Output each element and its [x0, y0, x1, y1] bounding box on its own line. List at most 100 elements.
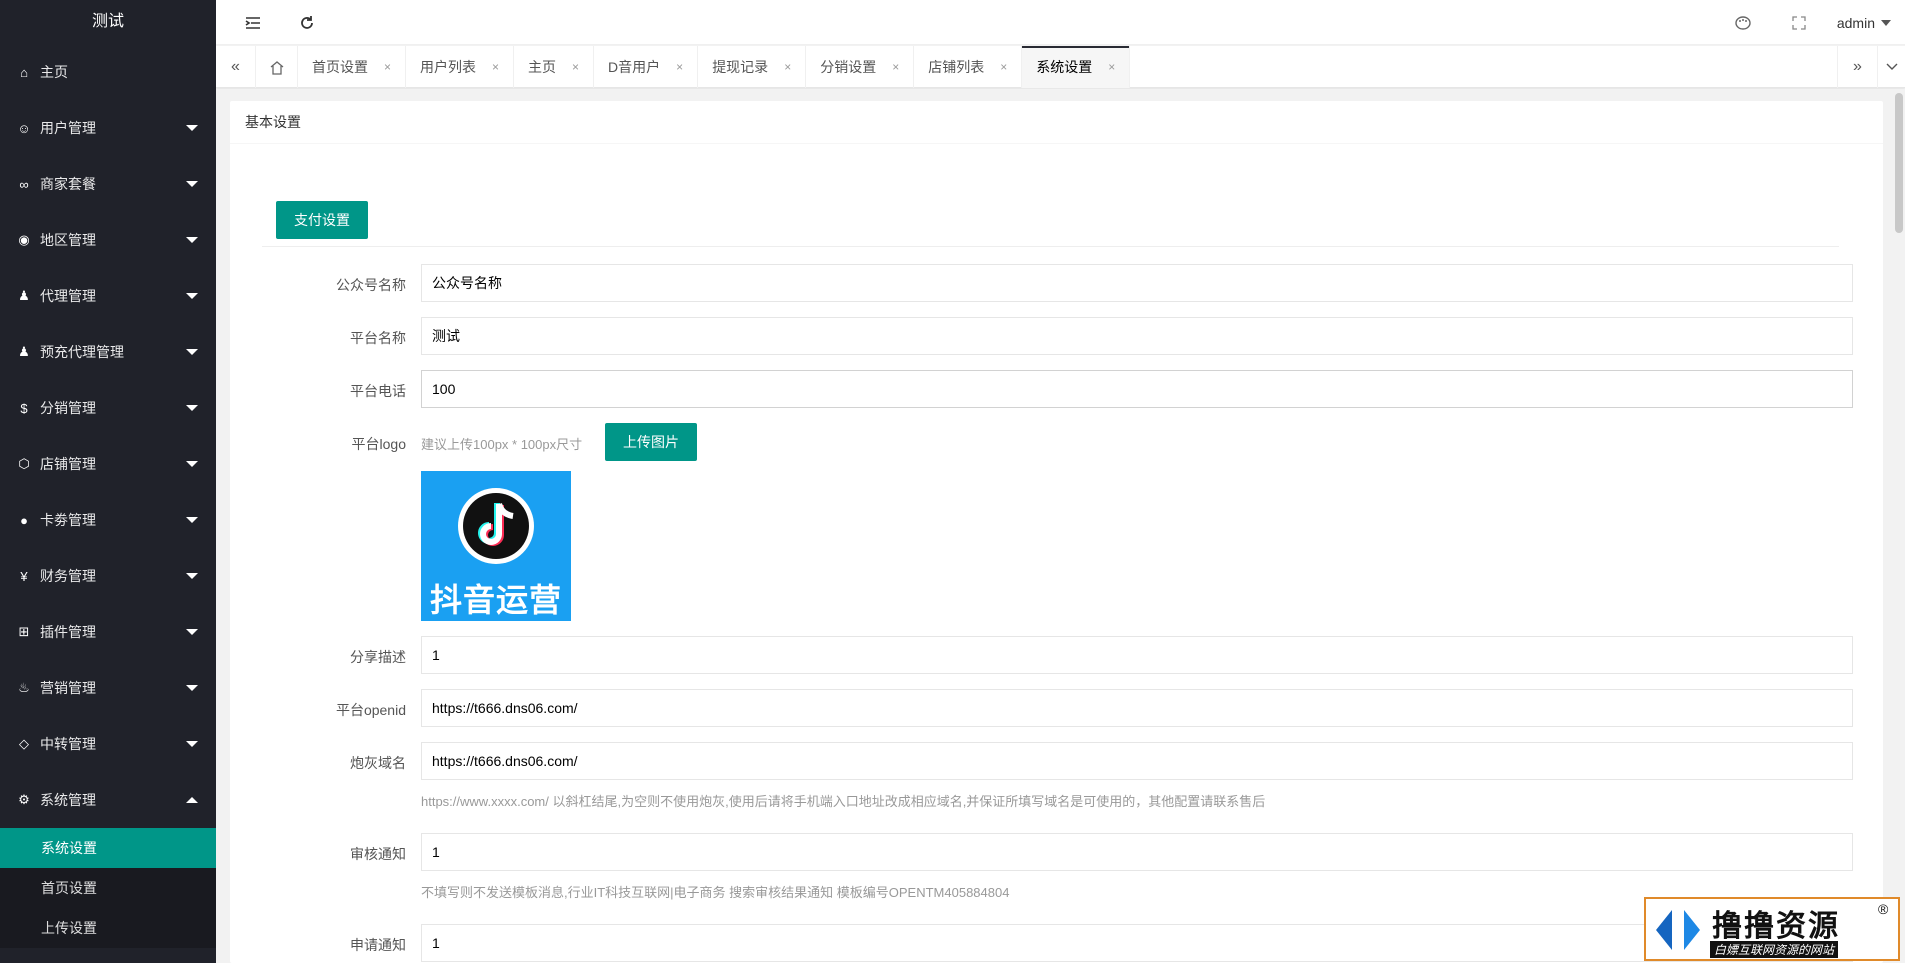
sidebar-nav: ⌂ 主页 ☺ 用户管理 ∞ 商家套餐 ◉ 地区管理 ♟ 代理管理 ♟ 预充代理管理 $ 分销管理 ⬡ 店铺管理… — [0, 44, 216, 948]
sidebar-item-label: 分销管理 — [40, 400, 96, 416]
close-icon[interactable]: × — [1000, 60, 1007, 74]
sidebar-item-0[interactable]: ⌂ 主页 — [0, 44, 216, 100]
audit-notice-input[interactable] — [421, 833, 1853, 871]
tab-2[interactable]: 主页 × — [514, 46, 595, 88]
tabs-scroll-left-icon[interactable]: « — [216, 46, 256, 88]
link-icon: ∞ — [19, 176, 29, 192]
logo-image-text: 抖音运营 — [429, 582, 562, 618]
tab-home-icon[interactable] — [256, 46, 298, 88]
scrollbar-track[interactable] — [1891, 89, 1903, 963]
user-menu[interactable]: admin — [1827, 15, 1905, 31]
user-icon: ☺ — [17, 120, 31, 136]
sidebar-item-3[interactable]: ◉ 地区管理 — [0, 212, 216, 268]
sidebar-item-2[interactable]: ∞ 商家套餐 — [0, 156, 216, 212]
chevron-down-icon — [186, 405, 198, 411]
watermark-subtext: 白嫖互联网资源的网站 — [1710, 941, 1839, 958]
sidebar-subitem-2[interactable]: 上传设置 — [0, 908, 216, 948]
tab-label: D音用户 — [608, 59, 661, 75]
watermark-text: 撸撸资源 — [1712, 910, 1840, 943]
watermark-logo-icon — [1656, 910, 1700, 950]
chevron-down-icon — [186, 293, 198, 299]
chevron-down-icon — [186, 741, 198, 747]
sidebar-item-7[interactable]: ⬡ 店铺管理 — [0, 436, 216, 492]
tab-label: 用户列表 — [420, 59, 477, 75]
sidebar-item-1[interactable]: ☺ 用户管理 — [0, 100, 216, 156]
tab-5[interactable]: 分销设置 × — [806, 46, 915, 88]
chevron-down-icon — [186, 629, 198, 635]
refresh-icon[interactable] — [284, 0, 330, 45]
sidebar-item-label: 财务管理 — [40, 568, 96, 584]
chevron-up-icon — [186, 797, 198, 803]
platform-phone-label: 平台电话 — [350, 383, 406, 399]
close-icon[interactable]: × — [784, 60, 791, 74]
scrollbar-thumb[interactable] — [1895, 93, 1903, 233]
apply-notice-input[interactable] — [421, 924, 1853, 962]
close-icon[interactable]: × — [1108, 60, 1115, 74]
payment-settings-button[interactable]: 支付设置 — [276, 201, 368, 239]
sidebar-item-6[interactable]: $ 分销管理 — [0, 380, 216, 436]
wechat-name-input[interactable] — [421, 264, 1853, 302]
tabs-scroll-right-icon[interactable]: » — [1837, 46, 1877, 88]
header-right: admin — [1715, 0, 1905, 45]
tabs-dropdown-icon[interactable] — [1877, 46, 1905, 88]
sidebar-subitem-1[interactable]: 首页设置 — [0, 868, 216, 908]
sidebar-subitem-0[interactable]: 系统设置 — [0, 828, 216, 868]
sidebar-item-label: 商家套餐 — [40, 176, 96, 192]
platform-phone-input[interactable] — [421, 370, 1853, 408]
platform-logo-image: 抖音运营 — [421, 471, 571, 621]
platform-name-input[interactable] — [421, 317, 1853, 355]
tab-0[interactable]: 首页设置 × — [298, 46, 407, 88]
chevron-down-icon — [186, 517, 198, 523]
close-icon[interactable]: × — [492, 60, 499, 74]
platform-openid-label: 平台openid — [335, 702, 406, 718]
tab-4[interactable]: 提现记录 × — [698, 46, 807, 88]
sidebar: 测试 ⌂ 主页 ☺ 用户管理 ∞ 商家套餐 ◉ 地区管理 ♟ 代理管理 ♟ 预充代理管理 $ 分销管理 ⬡ 店… — [0, 0, 216, 963]
share-desc-input[interactable] — [421, 636, 1853, 674]
close-icon[interactable]: × — [892, 60, 899, 74]
chevron-down-icon — [186, 181, 198, 187]
tab-6[interactable]: 店铺列表 × — [914, 46, 1023, 88]
close-icon[interactable]: × — [572, 60, 579, 74]
person-icon: ♟ — [18, 288, 30, 303]
theme-palette-icon[interactable] — [1715, 0, 1771, 45]
diamond-icon: ◇ — [19, 736, 29, 751]
sidebar-item-12[interactable]: ◇ 中转管理 — [0, 716, 216, 772]
tab-1[interactable]: 用户列表 × — [406, 46, 515, 88]
cannon-domain-input[interactable] — [421, 742, 1853, 780]
logo-size-hint: 建议上传100px * 100px尺寸 — [421, 437, 583, 452]
sidebar-item-10[interactable]: ⊞ 插件管理 — [0, 604, 216, 660]
sidebar-item-8[interactable]: ● 卡劵管理 — [0, 492, 216, 548]
sidebar-item-label: 插件管理 — [40, 624, 96, 640]
chevron-down-icon — [186, 349, 198, 355]
sidebar-item-9[interactable]: ¥ 财务管理 — [0, 548, 216, 604]
fullscreen-icon[interactable] — [1771, 0, 1827, 45]
sidebar-item-13[interactable]: ⚙ 系统管理 — [0, 772, 216, 828]
tabs-bar: « 首页设置 × 用户列表 × 主页 × D音用户 × 提现记录 × 分销设置 × 店铺列表 × 系统设置 ×… — [216, 46, 1905, 88]
close-icon[interactable]: × — [676, 60, 683, 74]
sidebar-item-4[interactable]: ♟ 代理管理 — [0, 268, 216, 324]
sidebar-item-label: 店铺管理 — [40, 456, 96, 472]
plugin-icon: ⊞ — [18, 624, 30, 639]
tab-label: 主页 — [528, 59, 557, 75]
sidebar-item-11[interactable]: ♨ 营销管理 — [0, 660, 216, 716]
tab-label: 系统设置 — [1036, 59, 1093, 75]
chevron-down-icon — [186, 573, 198, 579]
circle-icon: ● — [20, 512, 28, 528]
upload-image-button[interactable]: 上传图片 — [605, 423, 697, 461]
sidebar-item-label: 中转管理 — [40, 736, 96, 752]
yen-icon: ¥ — [20, 568, 28, 584]
tab-7[interactable]: 系统设置 × — [1022, 46, 1131, 88]
sidebar-item-5[interactable]: ♟ 预充代理管理 — [0, 324, 216, 380]
cannon-domain-label: 炮灰域名 — [350, 755, 406, 771]
tab-label: 店铺列表 — [928, 59, 985, 75]
app-logo-title[interactable]: 测试 — [0, 0, 216, 44]
platform-openid-input[interactable] — [421, 689, 1853, 727]
menu-collapse-icon[interactable] — [230, 0, 276, 45]
top-header: admin — [216, 0, 1905, 45]
close-icon[interactable]: × — [384, 60, 391, 74]
tab-3[interactable]: D音用户 × — [594, 46, 699, 88]
chevron-down-icon — [186, 685, 198, 691]
person-icon: ♟ — [18, 344, 30, 359]
cannon-domain-hint: https://www.xxxx.com/ 以斜杠结尾,为空则不使用炮灰,使用后… — [421, 794, 1266, 809]
apply-notice-label: 申请通知 — [350, 937, 406, 953]
